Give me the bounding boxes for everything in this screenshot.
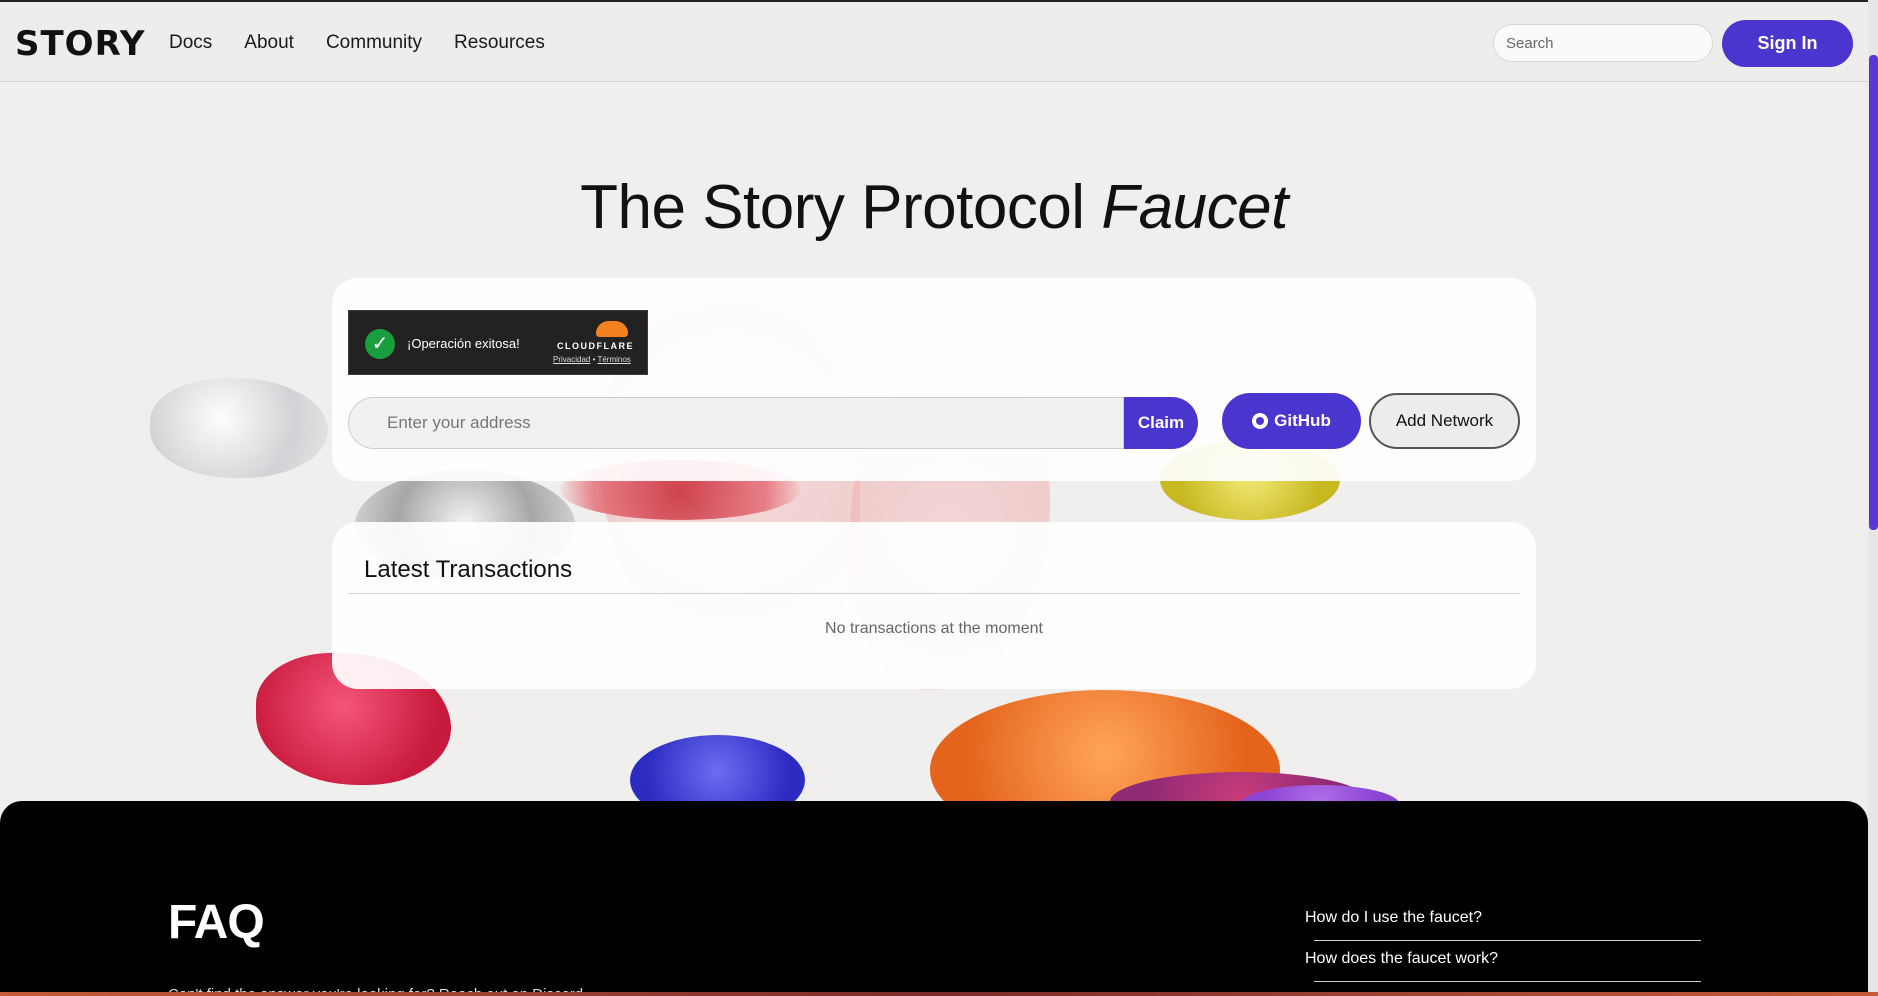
- github-button[interactable]: GitHub: [1222, 393, 1361, 449]
- search-input[interactable]: [1493, 24, 1713, 62]
- bottom-edge-bar: [0, 992, 1878, 996]
- page-title: The Story Protocol Faucet: [0, 172, 1868, 243]
- github-label: GitHub: [1274, 411, 1331, 430]
- add-network-button[interactable]: Add Network: [1369, 393, 1520, 449]
- transactions-title: Latest Transactions: [364, 556, 573, 583]
- story-logo[interactable]: STORY: [15, 24, 146, 64]
- nav-docs[interactable]: Docs: [169, 32, 212, 54]
- transactions-card: [332, 522, 1536, 689]
- captcha-status: ¡Operación exitosa!: [407, 336, 520, 351]
- nav-resources[interactable]: Resources: [454, 32, 545, 54]
- title-emphasis: Faucet: [1101, 173, 1288, 242]
- terms-link[interactable]: Términos: [597, 355, 630, 364]
- privacy-link[interactable]: Privacidad: [553, 355, 590, 364]
- glass-blob-decoration: [150, 378, 328, 478]
- transactions-empty-message: No transactions at the moment: [825, 620, 1043, 637]
- sign-in-button[interactable]: Sign In: [1722, 20, 1853, 67]
- scrollbar-thumb[interactable]: [1869, 55, 1878, 530]
- site-header: STORY Docs About Community Resources Sig…: [0, 2, 1868, 82]
- nav-community[interactable]: Community: [326, 32, 422, 54]
- github-icon: [1252, 413, 1269, 429]
- cloudflare-brand: CLOUDFLARE: [557, 341, 634, 351]
- check-icon: ✓: [365, 329, 395, 359]
- faq-item-use[interactable]: How do I use the faucet?: [1305, 905, 1701, 946]
- faq-item-work[interactable]: How does the faucet work?: [1305, 946, 1701, 987]
- main-nav: Docs About Community Resources: [169, 32, 577, 54]
- claim-button[interactable]: Claim: [1124, 397, 1198, 449]
- title-main: The Story Protocol: [580, 173, 1102, 242]
- address-input[interactable]: [348, 397, 1124, 449]
- cloudflare-cloud-icon: [596, 321, 628, 337]
- transactions-divider: [348, 593, 1520, 594]
- faq-title: FAQ: [168, 896, 265, 949]
- faq-list: How do I use the faucet? How does the fa…: [1305, 905, 1701, 987]
- captcha-links: Privacidad • Términos: [553, 355, 631, 364]
- nav-about[interactable]: About: [244, 32, 294, 54]
- cloudflare-captcha-widget[interactable]: ✓ ¡Operación exitosa! CLOUDFLARE Privaci…: [348, 310, 648, 375]
- claim-card: [332, 278, 1536, 481]
